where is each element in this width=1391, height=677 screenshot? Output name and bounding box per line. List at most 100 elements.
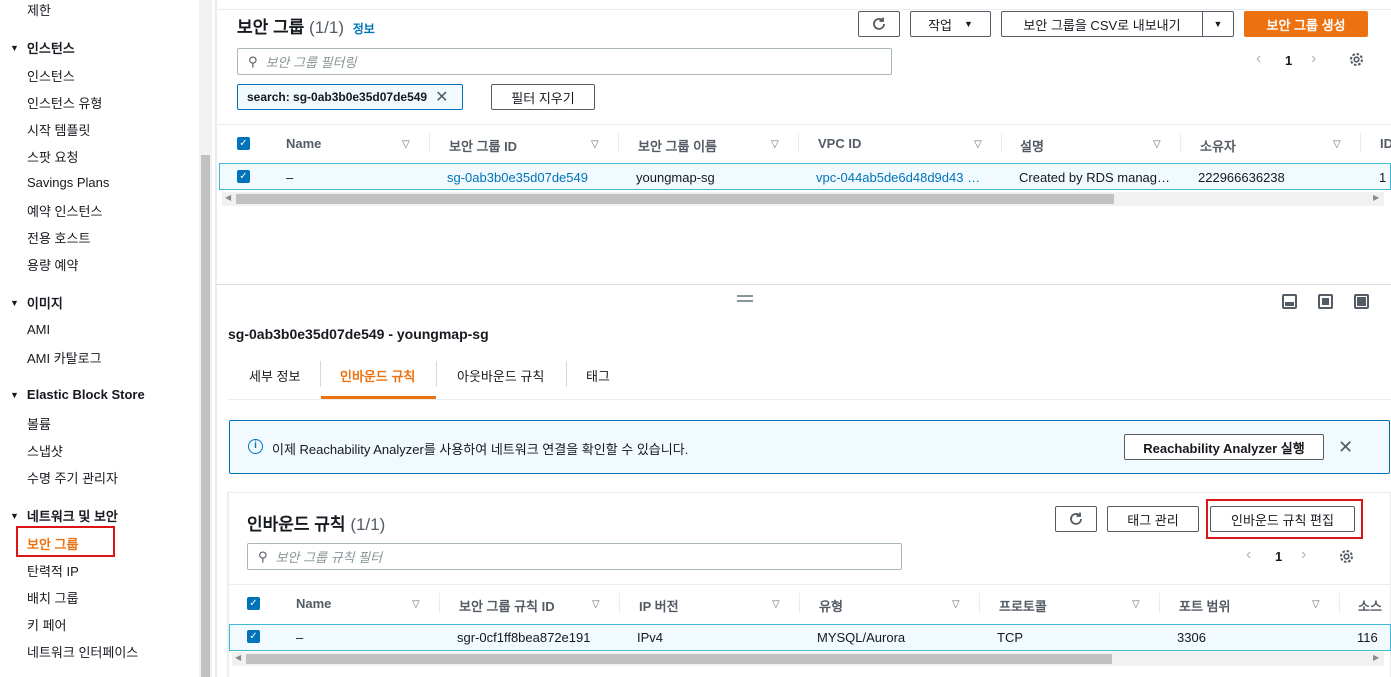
- sidebar-item-dedicated-hosts[interactable]: 전용 호스트: [27, 228, 90, 247]
- horizontal-scrollbar-thumb[interactable]: [236, 194, 1114, 204]
- column-header-name[interactable]: Name: [286, 136, 321, 151]
- select-all-rules-checkbox[interactable]: ✓: [247, 597, 260, 610]
- sidebar-item-spot-requests[interactable]: 스팟 요청: [27, 147, 78, 166]
- actions-dropdown[interactable]: 작업 ▼: [910, 11, 991, 37]
- sidebar-item-lifecycle-manager[interactable]: 수명 주기 관리자: [27, 468, 118, 487]
- clear-filters-button[interactable]: 필터 지우기: [491, 84, 595, 110]
- row-checkbox[interactable]: ✓: [237, 170, 250, 183]
- cell-vpc-id-link[interactable]: vpc-044ab5de6d48d9d43 …: [816, 170, 980, 185]
- sidebar-scrollbar-thumb[interactable]: [201, 155, 210, 677]
- sort-icon[interactable]: ▽: [592, 599, 600, 610]
- inbound-rules-count: (1/1): [350, 515, 386, 534]
- sort-icon[interactable]: ▽: [402, 139, 410, 150]
- sort-icon[interactable]: ▽: [952, 599, 960, 610]
- column-header-rule-id[interactable]: 보안 그룹 규칙 ID: [459, 596, 555, 615]
- drag-handle-icon[interactable]: [737, 295, 753, 297]
- info-link[interactable]: 정보: [353, 22, 375, 36]
- column-header-group-id[interactable]: 보안 그룹 ID: [449, 136, 517, 155]
- sidebar-item-elastic-ips[interactable]: 탄력적 IP: [27, 561, 79, 580]
- column-header-owner[interactable]: 소유자: [1200, 136, 1236, 155]
- settings-gear-icon[interactable]: [1348, 51, 1365, 71]
- run-reachability-analyzer-button[interactable]: Reachability Analyzer 실행: [1124, 434, 1324, 460]
- settings-gear-icon[interactable]: [1338, 548, 1355, 568]
- cell-group-id-link[interactable]: sg-0ab3b0e35d07de549: [447, 170, 588, 185]
- sort-icon[interactable]: ▽: [1333, 139, 1341, 150]
- export-csv-button[interactable]: 보안 그룹을 CSV로 내보내기: [1001, 11, 1203, 37]
- manage-tags-button[interactable]: 태그 관리: [1107, 506, 1199, 532]
- security-group-search-input[interactable]: ⚲ 보안 그룹 필터링: [237, 48, 892, 75]
- table-row[interactable]: [229, 624, 1391, 651]
- sort-icon[interactable]: ▽: [412, 599, 420, 610]
- column-header-protocol[interactable]: 프로토콜: [999, 596, 1047, 615]
- sort-icon[interactable]: ▽: [1153, 139, 1161, 150]
- sidebar-item-ami[interactable]: AMI: [27, 322, 50, 337]
- scroll-right-arrow-icon[interactable]: ▶: [1373, 193, 1379, 202]
- page-number[interactable]: 1: [1285, 53, 1292, 68]
- refresh-rules-button[interactable]: [1055, 506, 1097, 532]
- sort-icon[interactable]: ▽: [591, 139, 599, 150]
- tab-details[interactable]: 세부 정보: [249, 366, 300, 385]
- column-header-group-name[interactable]: 보안 그룹 이름: [638, 136, 717, 155]
- chevron-right-icon[interactable]: ›: [1311, 50, 1316, 68]
- column-header-description[interactable]: 설명: [1020, 136, 1044, 155]
- row-checkbox[interactable]: ✓: [247, 630, 260, 643]
- chevron-left-icon[interactable]: ‹: [1256, 50, 1261, 68]
- rules-search-input[interactable]: ⚲ 보안 그룹 규칙 필터: [247, 543, 902, 570]
- chevron-right-icon[interactable]: ›: [1301, 546, 1306, 564]
- column-divider: [1360, 133, 1361, 153]
- sidebar-item-reserved-instances[interactable]: 예약 인스턴스: [27, 201, 102, 220]
- rules-page-number[interactable]: 1: [1275, 549, 1282, 564]
- sort-icon[interactable]: ▽: [974, 139, 982, 150]
- sidebar-item-capacity-reservations[interactable]: 용량 예약: [27, 255, 78, 274]
- select-all-checkbox[interactable]: ✓: [237, 137, 250, 150]
- tab-inbound-rules[interactable]: 인바운드 규칙: [340, 366, 415, 385]
- sidebar-item-snapshots[interactable]: 스냅샷: [27, 441, 63, 460]
- column-header-port-range[interactable]: 포트 범위: [1179, 596, 1230, 615]
- inbound-rules-title-text: 인바운드 규칙: [247, 515, 346, 534]
- refresh-button[interactable]: [858, 11, 900, 37]
- panel-full-icon[interactable]: [1354, 294, 1369, 309]
- sidebar-item-limits[interactable]: 제한: [27, 0, 51, 19]
- column-header-type[interactable]: 유형: [819, 596, 843, 615]
- sidebar-item-network-interfaces[interactable]: 네트워크 인터페이스: [27, 642, 138, 661]
- chevron-left-icon[interactable]: ‹: [1246, 546, 1251, 564]
- sidebar-item-ami-catalog[interactable]: AMI 카탈로그: [27, 348, 102, 367]
- horizontal-scrollbar-thumb[interactable]: [246, 654, 1112, 664]
- sort-icon[interactable]: ▽: [1312, 599, 1320, 610]
- tabs-border: [228, 399, 1391, 400]
- sidebar-item-volumes[interactable]: 볼륨: [27, 414, 51, 433]
- panel-side-icon[interactable]: [1318, 294, 1333, 309]
- dismiss-alert-icon[interactable]: ✕: [1338, 437, 1353, 458]
- tab-outbound-rules[interactable]: 아웃바운드 규칙: [457, 366, 544, 385]
- sidebar-section-network-security[interactable]: ▼ 네트워크 및 보안: [10, 506, 118, 525]
- scroll-left-arrow-icon[interactable]: ◀: [235, 653, 241, 662]
- sidebar-section-instances[interactable]: ▼ 인스턴스: [10, 38, 75, 57]
- column-header-truncated[interactable]: ID: [1380, 136, 1391, 151]
- sidebar-item-instance-types[interactable]: 인스턴스 유형: [27, 93, 102, 112]
- sort-icon[interactable]: ▽: [1132, 599, 1140, 610]
- scroll-right-arrow-icon[interactable]: ▶: [1373, 653, 1379, 662]
- sort-icon[interactable]: ▽: [772, 599, 780, 610]
- column-header-name[interactable]: Name: [296, 596, 331, 611]
- page-title-count: (1/1): [309, 18, 344, 37]
- sidebar-item-key-pairs[interactable]: 키 페어: [27, 615, 67, 634]
- column-header-ip-version[interactable]: IP 버전: [639, 596, 679, 615]
- sidebar-item-placement-groups[interactable]: 배치 그룹: [27, 588, 78, 607]
- scroll-left-arrow-icon[interactable]: ◀: [225, 193, 231, 202]
- tab-tags[interactable]: 태그: [586, 366, 610, 385]
- sort-icon[interactable]: ▽: [771, 139, 779, 150]
- sidebar-item-savings-plans[interactable]: Savings Plans: [27, 175, 109, 190]
- sidebar-section-images[interactable]: ▼ 이미지: [10, 293, 63, 312]
- filter-token[interactable]: search: sg-0ab3b0e35d07de549 ✕: [237, 84, 463, 110]
- refresh-icon: [873, 17, 885, 30]
- sidebar-item-launch-templates[interactable]: 시작 템플릿: [27, 120, 90, 139]
- panel-bottom-icon[interactable]: [1282, 294, 1297, 309]
- create-security-group-button[interactable]: 보안 그룹 생성: [1244, 11, 1368, 37]
- export-dropdown-button[interactable]: ▼: [1202, 11, 1234, 37]
- column-header-vpc-id[interactable]: VPC ID: [818, 136, 861, 151]
- column-header-source[interactable]: 소스: [1358, 596, 1382, 615]
- remove-filter-icon[interactable]: ✕: [435, 87, 448, 107]
- sidebar-item-instances[interactable]: 인스턴스: [27, 66, 75, 85]
- sidebar-section-ebs[interactable]: ▼ Elastic Block Store: [10, 387, 145, 402]
- column-divider: [619, 593, 620, 613]
